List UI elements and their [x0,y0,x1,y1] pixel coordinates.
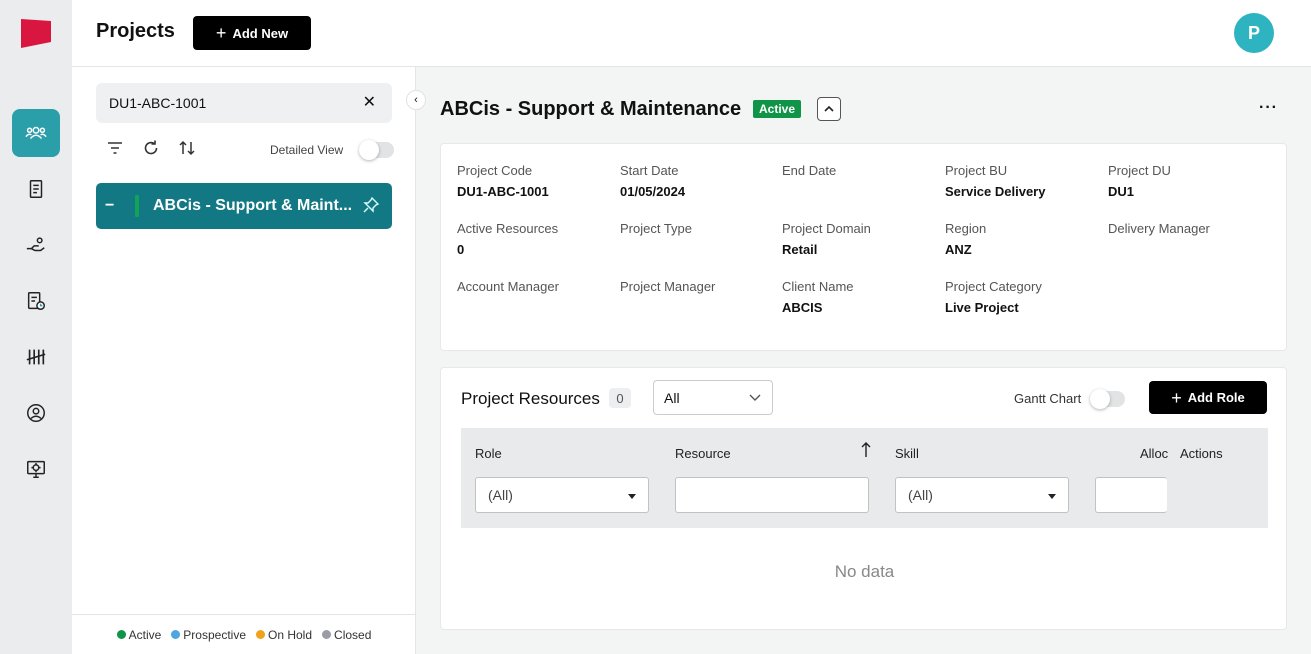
add-new-button[interactable]: + Add New [193,16,311,50]
project-resources-card: Project Resources 0 All Gantt Chart + Ad… [440,367,1287,630]
field-delivery-manager: Delivery Manager [1108,221,1210,236]
resources-title: Project Resources [461,389,600,408]
gantt-chart-toggle[interactable] [1090,389,1125,409]
column-role[interactable]: Role [475,446,502,461]
legend-on-hold: On Hold [256,628,312,642]
allocation-filter-input[interactable] [1095,477,1167,513]
rail-timesheet-icon[interactable] [12,277,60,325]
legend-prospective: Prospective [171,628,246,642]
rail-projects-icon[interactable] [12,109,60,157]
collapse-minus-icon[interactable]: − [105,197,123,215]
status-legend: Active Prospective On Hold Closed [72,614,416,654]
nav-rail [0,0,72,654]
rail-user-icon[interactable] [12,389,60,437]
project-item-name: ABCis - Support & Maint... [153,197,353,214]
plus-icon: + [1171,387,1182,408]
resources-filter-select[interactable]: All [653,380,773,415]
chevron-down-icon [749,394,761,401]
status-indicator [135,195,139,217]
field-account-manager: Account Manager [457,279,559,294]
more-options-icon[interactable]: ··· [1259,99,1278,117]
rail-settings-icon[interactable] [12,445,60,493]
role-filter-select[interactable]: (All) [475,477,649,513]
rail-hand-coin-icon[interactable] [12,221,60,269]
resources-count-badge: 0 [609,388,631,408]
list-toolbar [106,139,196,157]
close-icon[interactable]: ✕ [363,95,376,111]
field-project-du: Project DU DU1 [1108,163,1171,199]
field-end-date: End Date [782,163,837,178]
resources-grid-header: Role Resource Skill Alloc Actions (All) … [461,428,1268,528]
column-allocation[interactable]: Alloc [1140,446,1168,461]
collapse-panel-button[interactable]: ‹ [406,90,426,110]
column-actions: Actions [1180,446,1223,461]
project-search-input[interactable]: DU1-ABC-1001 ✕ [96,83,392,123]
field-region: Region ANZ [945,221,987,257]
column-resource[interactable]: Resource [675,446,731,461]
project-title: ABCis - Support & Maintenance [440,98,742,120]
collapse-details-button[interactable] [817,97,841,121]
caret-down-icon [1048,494,1056,499]
empty-state-text: No data [834,562,895,581]
page-title: Projects [96,20,175,42]
field-active-resources: Active Resources 0 [457,221,559,257]
add-role-button[interactable]: + Add Role [1149,381,1267,414]
resource-filter-input[interactable] [675,477,869,513]
rail-document-icon[interactable] [12,165,60,213]
filter-icon[interactable] [106,139,124,157]
field-project-category: Project Category Live Project [945,279,1042,315]
refresh-icon[interactable] [142,139,160,157]
field-project-manager: Project Manager [620,279,716,294]
search-value: DU1-ABC-1001 [109,95,207,111]
field-project-domain: Project Domain Retail [782,221,871,257]
project-details-card: Project Code DU1-ABC-1001 Start Date 01/05… [440,143,1287,351]
caret-down-icon [628,494,636,499]
top-bar: Projects + Add New P [72,0,1311,67]
project-list-item[interactable]: − ABCis - Support & Maint... [96,183,392,229]
field-client-name: Client Name ABCIS [782,279,854,315]
brand-logo[interactable] [20,18,52,50]
resources-filter-value: All [664,389,680,406]
rail-tally-icon[interactable] [12,333,60,381]
add-new-label: Add New [232,25,289,41]
status-badge: Active [753,100,802,118]
column-skill[interactable]: Skill [895,446,919,461]
field-project-type: Project Type [620,221,693,236]
sort-icon[interactable] [178,139,196,157]
chevron-up-icon [824,105,834,112]
pin-icon[interactable] [362,196,380,214]
gantt-chart-label: Gantt Chart [1014,391,1082,406]
chevron-left-icon: ‹ [414,94,418,106]
legend-active: Active [116,628,161,642]
avatar[interactable]: P [1234,13,1274,53]
project-list-panel: DU1-ABC-1001 ✕ Detailed View − ABCis - S… [72,67,416,654]
skill-filter-select[interactable]: (All) [895,477,1069,513]
add-role-label: Add Role [1187,390,1245,405]
plus-icon: + [215,23,227,43]
sort-ascending-icon[interactable] [859,441,873,459]
field-start-date: Start Date 01/05/2024 [620,163,686,199]
legend-closed: Closed [322,628,371,642]
detailed-view-toggle[interactable] [359,140,394,160]
field-project-bu: Project BU Service Delivery [945,163,1046,199]
field-project-code: Project Code DU1-ABC-1001 [457,163,549,199]
detailed-view-label: Detailed View [270,143,344,157]
